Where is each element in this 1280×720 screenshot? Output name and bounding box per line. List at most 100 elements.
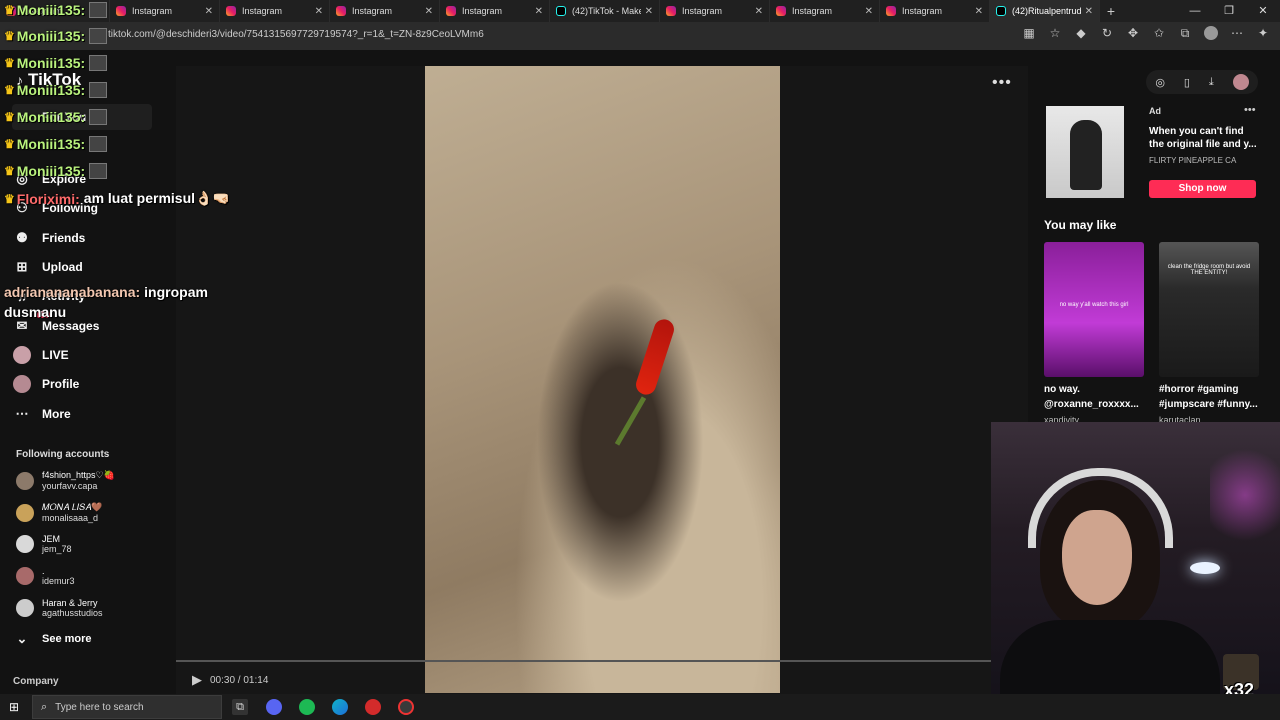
app-icon[interactable] xyxy=(365,699,381,715)
favorites-icon[interactable]: ✩ xyxy=(1152,26,1166,41)
recommended-video[interactable]: clean the fridge room but avoid THE ENTI… xyxy=(1159,242,1259,377)
browser-tab[interactable]: Instagram✕ xyxy=(770,0,880,22)
close-window-icon[interactable]: ✕ xyxy=(1246,0,1280,22)
nav-more[interactable]: ⋯ More xyxy=(12,401,152,427)
browser-tab[interactable]: Instagram✕ xyxy=(880,0,990,22)
monkey-emote-icon xyxy=(89,2,108,18)
recommended-desc[interactable]: no way. @roxanne_roxxxx... xyxy=(1044,382,1154,412)
shop-now-button[interactable]: Shop now xyxy=(1149,180,1256,198)
windows-start-icon[interactable]: ⊞ xyxy=(9,700,19,714)
avatar xyxy=(16,503,34,522)
close-icon[interactable]: ✕ xyxy=(975,6,983,17)
video-frame[interactable] xyxy=(425,66,780,693)
windows-taskbar: ⊞ ⌕ Type here to search ⧉ xyxy=(0,694,1280,720)
download-icon[interactable]: ⤓ xyxy=(1209,76,1214,89)
obs-icon[interactable] xyxy=(398,699,414,715)
spotify-icon[interactable] xyxy=(299,699,315,715)
address-bar: tiktok.com/@deschideri3/video/7541315697… xyxy=(0,22,1280,50)
browser-tab-active[interactable]: (42)Ritualpentrudu ✕ xyxy=(990,0,1100,22)
friends-icon: ⚉ xyxy=(16,230,28,245)
nav-upload[interactable]: ⊞ Upload xyxy=(12,254,152,280)
ad-brand: FLIRTY PINEAPPLE CA xyxy=(1149,156,1237,165)
close-icon[interactable]: ✕ xyxy=(645,6,653,17)
crown-icon: ♛ xyxy=(4,3,15,17)
extension-icon[interactable]: ◆ xyxy=(1074,26,1088,41)
monkey-emote-icon xyxy=(89,82,108,98)
following-account[interactable]: . idemur3 xyxy=(16,566,75,586)
browser-tab[interactable]: (42)TikTok - Make Y✕ xyxy=(550,0,660,22)
ad-label: Ad xyxy=(1149,106,1161,116)
webcam-light-glow xyxy=(1210,440,1280,550)
device-icon[interactable]: ▯ xyxy=(1184,76,1190,89)
crown-icon: ♛ xyxy=(4,137,15,151)
close-icon[interactable]: ✕ xyxy=(205,6,213,17)
close-icon[interactable]: ✕ xyxy=(865,6,873,17)
close-icon[interactable]: ✕ xyxy=(425,6,433,17)
instagram-icon xyxy=(446,6,456,16)
chat-message: ♛ Moniii135: xyxy=(4,55,108,71)
more-options-icon[interactable]: ••• xyxy=(992,74,1012,92)
recommended-video[interactable]: no way y'all watch this girl xyxy=(1044,242,1144,377)
browser-tab[interactable]: Instagram✕ xyxy=(660,0,770,22)
play-icon[interactable]: ▶ xyxy=(192,672,202,688)
browser-tab[interactable]: Instagram✕ xyxy=(440,0,550,22)
nav-profile[interactable]: Profile xyxy=(12,371,152,397)
nav-friends[interactable]: ⚉ Friends xyxy=(12,225,152,251)
minimize-icon[interactable]: — xyxy=(1178,0,1212,22)
recommended-desc[interactable]: #horror #gaming #jumpscare #funny... xyxy=(1159,382,1269,412)
following-account[interactable]: JEM jem_78 xyxy=(16,534,72,554)
close-icon[interactable]: ✕ xyxy=(755,6,763,17)
user-avatar[interactable] xyxy=(1232,74,1249,90)
chat-message: ♛ Moniii135: xyxy=(4,82,108,98)
browser-tab[interactable]: Instagram✕ xyxy=(220,0,330,22)
browser-tab[interactable]: Instagram✕ xyxy=(110,0,220,22)
collections-icon[interactable]: ⧉ xyxy=(1178,26,1192,41)
task-view-icon[interactable]: ⧉ xyxy=(232,699,248,715)
chat-message: adrianananabanana: ingropam xyxy=(4,284,208,300)
chat-message: ♛ Moniii135: xyxy=(4,163,108,179)
puzzle-icon[interactable]: ✥ xyxy=(1126,26,1140,41)
compass-small-icon[interactable]: ◎ xyxy=(1155,76,1165,89)
favorite-icon[interactable]: ☆ xyxy=(1048,26,1062,41)
see-more-button[interactable]: ⌄ See more xyxy=(12,626,152,652)
ad-title[interactable]: When you can't find the original file an… xyxy=(1149,125,1257,151)
tiktok-icon xyxy=(556,6,566,16)
following-accounts-title: Following accounts xyxy=(16,449,110,460)
crown-icon: ♛ xyxy=(4,83,15,97)
close-icon[interactable]: ✕ xyxy=(1085,6,1093,17)
copilot-icon[interactable]: ✦ xyxy=(1256,26,1270,41)
taskbar-search[interactable]: ⌕ Type here to search xyxy=(32,695,222,719)
instagram-icon xyxy=(116,6,126,16)
new-tab-button[interactable]: + xyxy=(1100,3,1122,19)
following-account[interactable]: Haran & Jerry agathusstudios xyxy=(16,598,103,618)
browser-tab[interactable]: Instagram✕ xyxy=(330,0,440,22)
instagram-icon xyxy=(666,6,676,16)
profile-avatar[interactable] xyxy=(1204,26,1218,40)
refresh-icon[interactable]: ↻ xyxy=(1100,26,1114,41)
close-icon[interactable]: ✕ xyxy=(535,6,543,17)
url-field[interactable]: tiktok.com/@deschideri3/video/7541315697… xyxy=(108,29,484,40)
chat-message: ♛ Floriximi: am luat permisul👌🏻🤜🏻 xyxy=(4,190,230,207)
following-account[interactable]: f4shion_https♡🍓 yourfavv.capa xyxy=(16,470,115,491)
company-link[interactable]: Company xyxy=(13,676,59,687)
chat-message: ♛ Moniii135: xyxy=(4,2,108,18)
video-progress-bar[interactable] xyxy=(176,660,1028,662)
video-time: 00:30 / 01:14 xyxy=(210,675,269,686)
reader-icon[interactable]: ▦ xyxy=(1022,26,1036,41)
discord-icon[interactable] xyxy=(266,699,282,715)
window-controls: — ❐ ✕ xyxy=(1178,0,1280,22)
ad-options-icon[interactable]: ••• xyxy=(1244,104,1256,116)
close-icon[interactable]: ✕ xyxy=(315,6,323,17)
tiktok-icon xyxy=(996,6,1006,16)
profile-icon xyxy=(12,374,32,394)
following-account[interactable]: 𝑀𝑂𝑁𝐴 𝐿𝐼𝑆𝐴🤎 monalisaaa_d xyxy=(16,502,103,523)
ad-thumbnail-person xyxy=(1070,120,1102,190)
chat-message: ♛ Moniii135: xyxy=(4,136,108,152)
menu-icon[interactable]: ⋯ xyxy=(1230,26,1244,41)
nav-live[interactable]: LIVE xyxy=(12,342,152,368)
maximize-icon[interactable]: ❐ xyxy=(1212,0,1246,22)
edge-icon[interactable] xyxy=(332,699,348,715)
avatar xyxy=(16,535,34,553)
you-may-like-title: You may like xyxy=(1044,218,1117,232)
monkey-emote-icon xyxy=(89,55,108,71)
